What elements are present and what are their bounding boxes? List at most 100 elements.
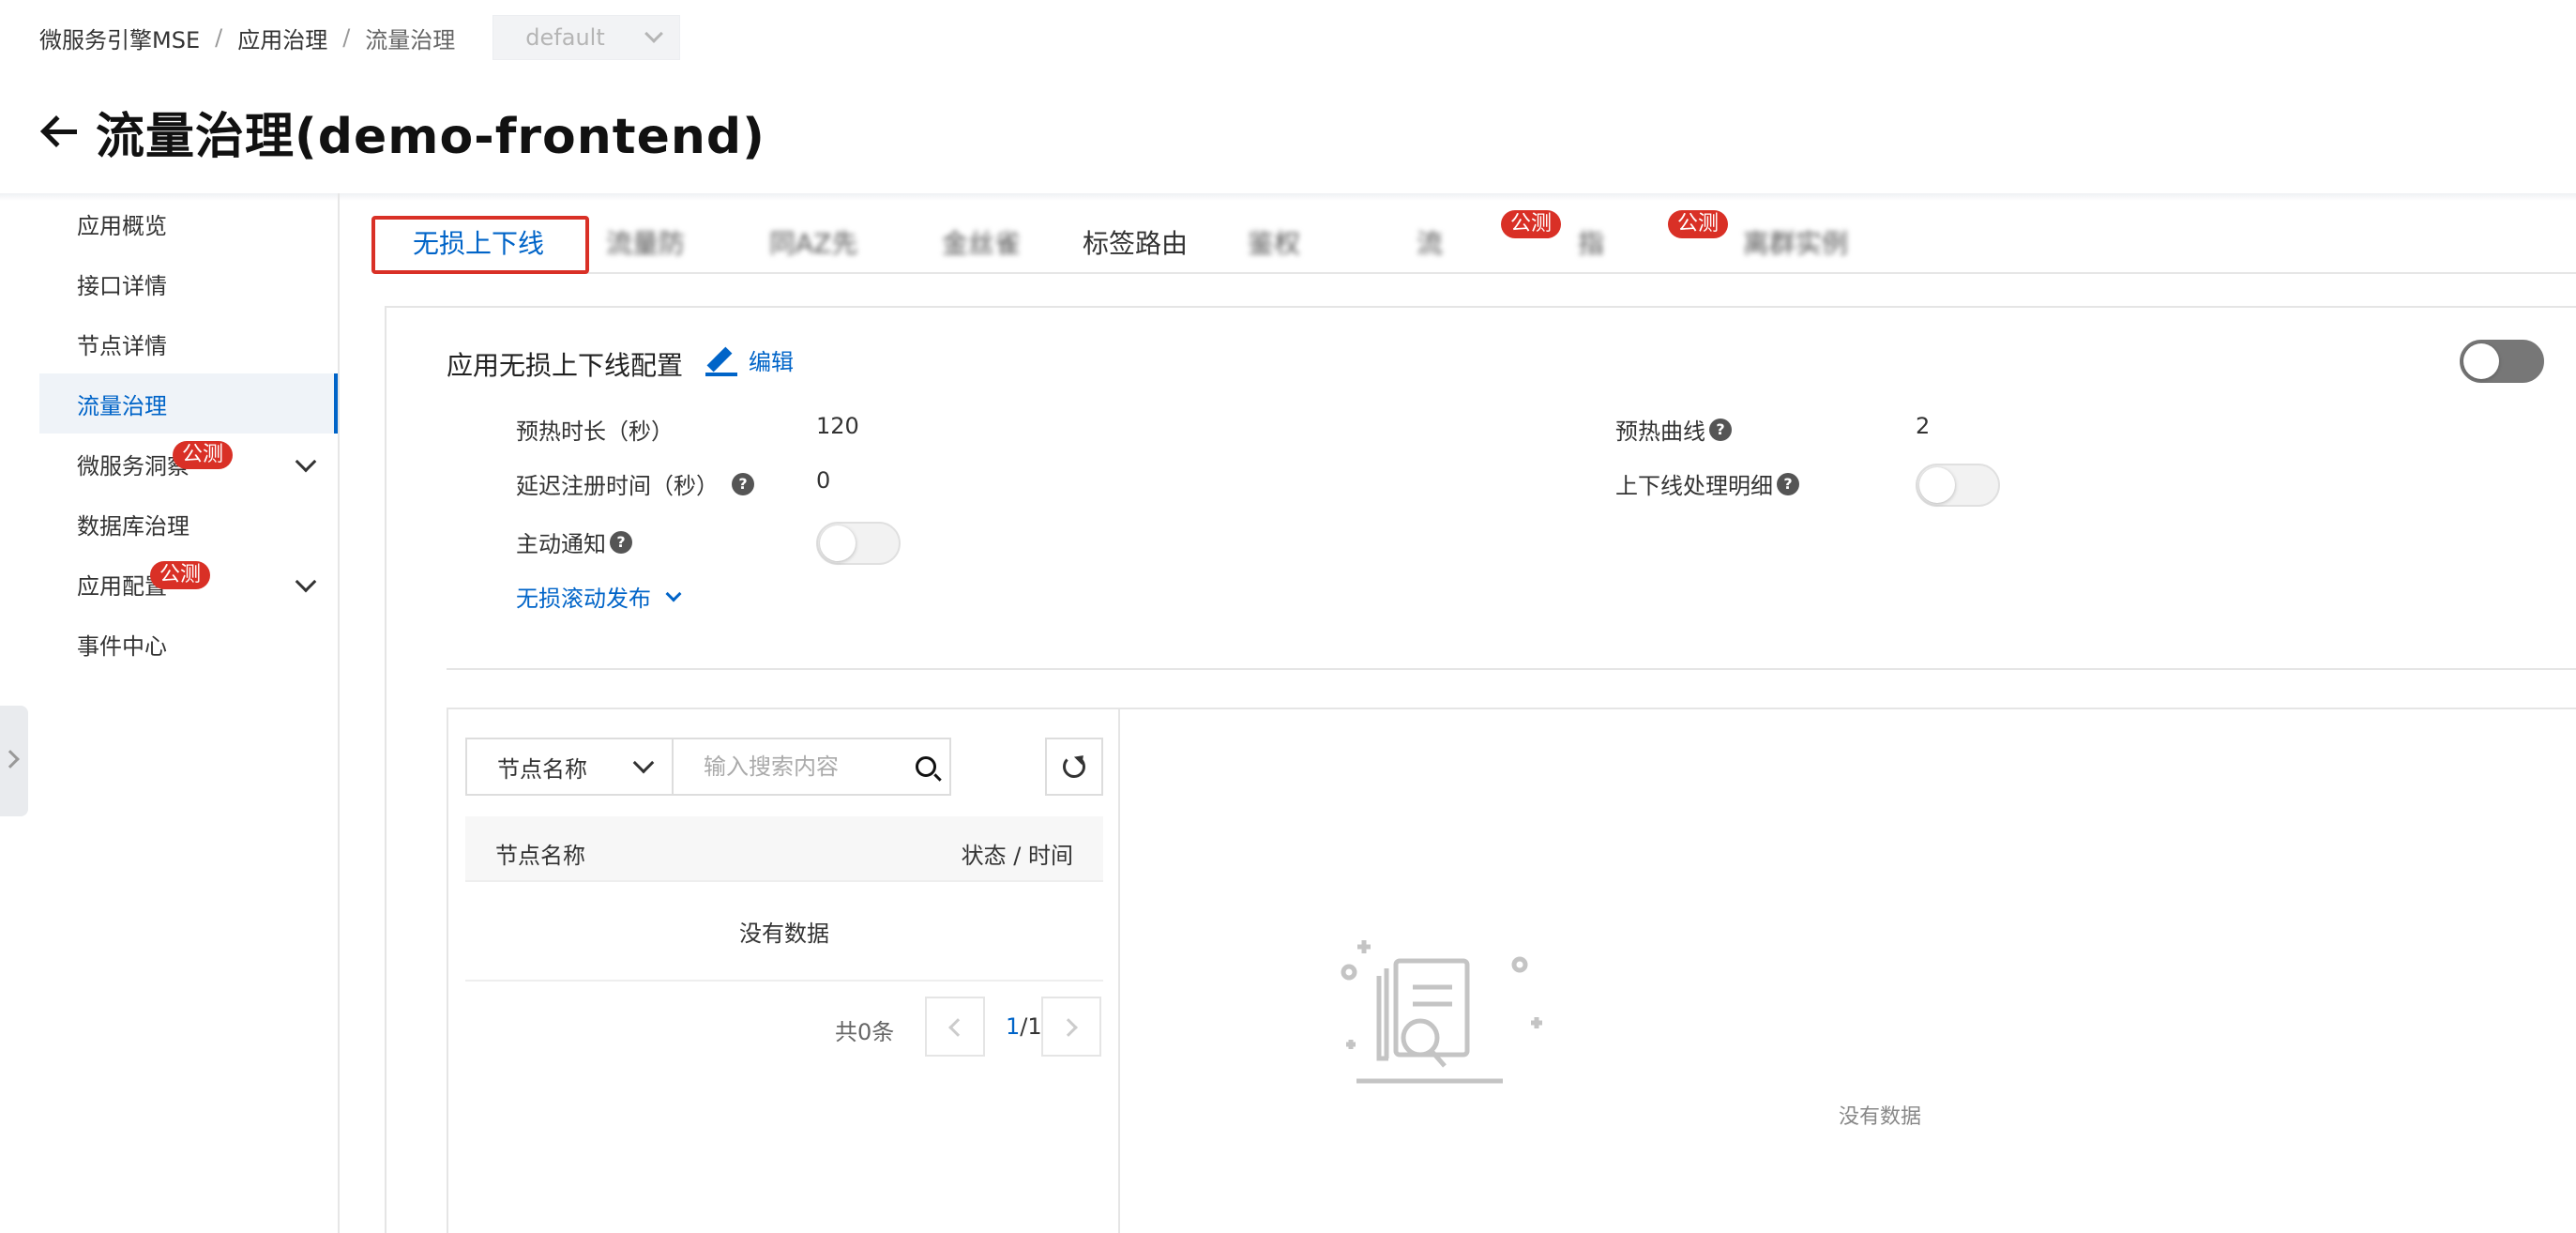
tab-same-az-first[interactable]: 同AZ先 — [769, 212, 857, 272]
chevron-down-icon[interactable] — [295, 450, 317, 473]
warmup-duration-value: 120 — [816, 413, 859, 439]
tab-label: 金丝雀 — [942, 228, 1022, 259]
node-list: 节点名称 节点名称 状态 / 时间 没有数据 共0条 1/1 — [448, 709, 1120, 1233]
tab-label: 流 — [1417, 228, 1444, 259]
help-icon[interactable]: ? — [610, 530, 632, 554]
pencil-icon — [705, 344, 737, 376]
pagination-prev-button[interactable] — [925, 997, 985, 1057]
tab-label: 同AZ先 — [769, 228, 858, 259]
sidebar-item-label: 流量治理 — [77, 392, 167, 419]
tab-label: 流量防 — [606, 228, 686, 259]
warmup-duration-label: 预热时长（秒） — [516, 419, 674, 445]
warmup-curve-label: 预热曲线 ? — [1615, 413, 1732, 446]
sidebar-item-traffic-governance[interactable]: 流量治理 — [39, 373, 338, 434]
chevron-down-icon — [644, 24, 664, 43]
online-offline-detail-label: 上下线处理明细 ? — [1615, 467, 1799, 500]
sidebar-item-app-overview[interactable]: 应用概览 — [39, 193, 338, 253]
tab-service-auth[interactable]: 鉴权 — [1248, 212, 1300, 272]
back-arrow-icon[interactable] — [38, 111, 79, 152]
active-notify-label: 主动通知 ? — [516, 525, 632, 558]
sidebar-item-event-center[interactable]: 事件中心 — [39, 614, 338, 674]
namespace-select[interactable]: default — [492, 15, 681, 60]
beta-badge: 公测 — [1501, 210, 1562, 238]
beta-badge: 公测 — [150, 561, 211, 589]
chevron-down-icon[interactable] — [295, 571, 317, 593]
tab-metrics[interactable]: 指 — [1578, 212, 1604, 272]
breadcrumb-current: 流量治理 — [365, 26, 456, 53]
page-title-row: 流量治理(demo-frontend) — [38, 94, 765, 169]
app-root: 微服务引擎MSE / 应用治理 / 流量治理 default 流量治理(demo… — [0, 0, 2576, 1233]
namespace-select-value: default — [525, 24, 605, 51]
refresh-icon — [1063, 755, 1085, 778]
page-title: 流量治理(demo-frontend) — [96, 108, 765, 165]
breadcrumb-separator: / — [215, 24, 223, 51]
column-header-status-time: 状态 / 时间 — [961, 843, 1073, 869]
chevron-left-icon — [948, 1018, 967, 1037]
table-header: 节点名称 状态 / 时间 — [465, 816, 1103, 882]
tab-highlight-box — [371, 216, 589, 274]
pagination-page-indicator: 1/1 — [1006, 1013, 1042, 1040]
current-page: 1 — [1006, 1013, 1021, 1040]
online-offline-detail-toggle[interactable] — [1916, 464, 2000, 507]
active-notify-toggle[interactable] — [816, 522, 901, 565]
detail-empty-state: 没有数据 — [1839, 1105, 1922, 1129]
table-empty-state: 没有数据 — [465, 882, 1103, 982]
help-icon[interactable]: ? — [732, 472, 754, 495]
tab-label: 标签路由 — [1083, 228, 1189, 259]
config-title: 应用无损上下线配置 — [447, 350, 684, 381]
delay-register-value: 0 — [816, 467, 831, 494]
total-pages: /1 — [1020, 1013, 1042, 1040]
tab-canary[interactable]: 金丝雀 — [942, 212, 1021, 272]
sidebar-item-api-details[interactable]: 接口详情 — [39, 253, 338, 313]
chevron-right-icon — [1059, 1018, 1078, 1037]
warmup-curve-value: 2 — [1916, 413, 1931, 439]
help-icon[interactable]: ? — [1709, 418, 1732, 441]
pagination: 共0条 1/1 — [465, 997, 1103, 1057]
delay-register-label-text: 延迟注册时间（秒） — [516, 473, 719, 499]
filter-field-value: 节点名称 — [497, 755, 587, 783]
search-input[interactable] — [672, 738, 951, 796]
edit-label: 编辑 — [749, 349, 794, 375]
rolling-release-label: 无损滚动发布 — [516, 586, 651, 612]
sidebar-item-app-config[interactable]: 应用配置 公测 — [39, 554, 338, 614]
sidebar-item-label: 数据库治理 — [77, 512, 189, 540]
active-notify-label-text: 主动通知 — [516, 531, 606, 557]
sidebar-item-label: 事件中心 — [77, 632, 167, 660]
column-header-node-name: 节点名称 — [495, 843, 585, 869]
breadcrumb-root[interactable]: 微服务引擎MSE — [39, 22, 200, 54]
sidebar-item-database-governance[interactable]: 数据库治理 — [39, 494, 338, 554]
sidebar-item-microservice-insight[interactable]: 微服务洞察 公测 — [39, 434, 338, 494]
tab-label: 指 — [1578, 228, 1605, 259]
lossless-rolling-release-toggle[interactable]: 无损滚动发布 — [516, 580, 682, 613]
search-icon[interactable] — [916, 756, 936, 777]
section-divider — [447, 668, 2576, 670]
pagination-next-button[interactable] — [1041, 997, 1101, 1057]
sidebar-item-label: 接口详情 — [77, 272, 167, 299]
pagination-total: 共0条 — [835, 1019, 895, 1045]
sidebar-item-label: 应用概览 — [77, 212, 167, 239]
tab-label: 鉴权 — [1248, 228, 1301, 259]
edit-button[interactable]: 编辑 — [705, 343, 794, 376]
online-offline-detail-label-text: 上下线处理明细 — [1615, 473, 1773, 499]
tab-traffic-protection[interactable]: 流量防 — [606, 212, 685, 272]
tab-tag-routing[interactable]: 标签路由 — [1083, 212, 1188, 272]
tab-outlier-removal[interactable]: 离群实例 — [1743, 212, 1848, 272]
warmup-curve-label-text: 预热曲线 — [1615, 419, 1705, 445]
chevron-down-icon — [632, 752, 655, 774]
breadcrumb-parent[interactable]: 应用治理 — [237, 22, 327, 54]
filter-field-select[interactable]: 节点名称 — [465, 738, 674, 796]
empty-document-icon — [1341, 940, 1542, 1084]
tab-message-grayscale[interactable]: 流 — [1417, 212, 1443, 272]
sidebar-collapse-handle[interactable] — [0, 706, 28, 816]
chevron-right-icon — [1, 750, 20, 769]
lossless-enable-toggle[interactable] — [2460, 340, 2544, 383]
breadcrumb: 微服务引擎MSE / 应用治理 / 流量治理 default — [39, 15, 681, 60]
help-icon[interactable]: ? — [1777, 472, 1799, 495]
beta-badge: 公测 — [1668, 210, 1729, 238]
sidebar-item-node-details[interactable]: 节点详情 — [39, 313, 338, 373]
delay-register-label: 延迟注册时间（秒） ? — [516, 467, 754, 500]
sidebar: 应用概览 接口详情 节点详情 流量治理 微服务洞察 公测 数据库治理 应用配置 … — [0, 193, 340, 1233]
tab-label: 离群实例 — [1743, 228, 1849, 259]
header-divider — [0, 193, 2576, 201]
refresh-button[interactable] — [1045, 738, 1103, 796]
